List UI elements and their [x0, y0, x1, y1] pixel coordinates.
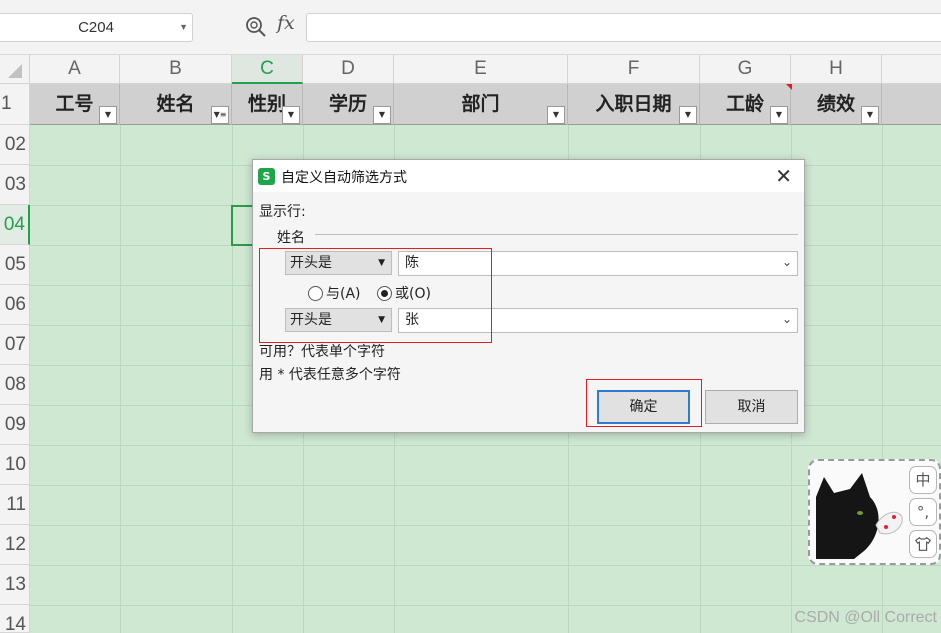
header-cell[interactable]: 部门 ▼	[394, 84, 568, 125]
show-rows-label: 显示行:	[259, 204, 306, 220]
row-number[interactable]: 12	[0, 525, 30, 565]
header-cell[interactable]: 工龄 ▼	[700, 84, 791, 125]
header-text: 性别	[247, 93, 286, 115]
header-text: 学历	[328, 93, 367, 115]
header-cell[interactable]: 绩效 ▼	[791, 84, 882, 125]
row-number[interactable]: 06	[0, 285, 30, 325]
chevron-down-icon[interactable]: ⌄	[782, 251, 792, 274]
grid-line	[30, 565, 941, 566]
column-header-g[interactable]: G	[700, 55, 791, 84]
zoom-icon[interactable]	[245, 16, 267, 38]
cat-mascot-icon	[814, 467, 906, 559]
header-cell[interactable]: 工号 ▼	[30, 84, 120, 125]
filter-dropdown-icon[interactable]: ▼	[99, 106, 117, 124]
chevron-down-icon[interactable]: ⌄	[782, 308, 792, 331]
row-number[interactable]: 08	[0, 365, 30, 405]
name-box-value: C204	[78, 19, 114, 36]
header-cell[interactable]: 入职日期 ▼	[568, 84, 700, 125]
header-cell[interactable]: 性别 ▼	[232, 84, 303, 125]
column-header-h[interactable]: H	[791, 55, 882, 84]
grid-line	[30, 525, 941, 526]
row-number[interactable]: 11	[0, 485, 30, 525]
filter-dropdown-icon[interactable]: ▼	[861, 106, 879, 124]
header-text: 绩效	[816, 93, 855, 115]
row-number[interactable]: 05	[0, 245, 30, 285]
ime-lang-button[interactable]: 中	[909, 466, 937, 494]
header-text: 入职日期	[595, 93, 672, 115]
row-number[interactable]: 07	[0, 325, 30, 365]
header-cell[interactable]: 姓名 ▼≡	[120, 84, 232, 125]
row-number[interactable]: 04	[0, 205, 30, 245]
grid-line	[120, 125, 121, 633]
column-header-b[interactable]: B	[120, 55, 232, 84]
fx-icon[interactable]: fx	[277, 12, 295, 34]
filter-active-icon[interactable]: ▼≡	[211, 106, 229, 124]
wps-logo-icon: S	[258, 168, 275, 185]
header-cell[interactable]: 学历 ▼	[303, 84, 394, 125]
annotation-box	[259, 248, 492, 343]
field-label: 姓名	[277, 230, 305, 246]
select-all-corner[interactable]	[0, 55, 30, 84]
row-number[interactable]: 1	[0, 84, 30, 125]
row-number[interactable]: 13	[0, 565, 30, 605]
column-header-e[interactable]: E	[394, 55, 568, 84]
grid-line	[30, 445, 941, 446]
hint-single-char: 可用？代表单个字符	[259, 344, 385, 360]
close-icon[interactable]: ✕	[775, 164, 792, 188]
header-text: 姓名	[156, 93, 195, 115]
column-header-f[interactable]: F	[568, 55, 700, 84]
formula-bar: C204 ▼ fx	[0, 0, 941, 55]
column-header-row: A B C D E F G H	[0, 55, 941, 84]
column-header-d[interactable]: D	[303, 55, 394, 84]
filter-dropdown-icon[interactable]: ▼	[770, 106, 788, 124]
ime-toolbar[interactable]: 中 °,	[808, 459, 941, 565]
divider	[315, 234, 798, 235]
row-number[interactable]: 02	[0, 125, 30, 165]
hint-multi-char: 用 * 代表任意多个字符	[259, 367, 401, 383]
shirt-icon[interactable]	[909, 530, 937, 558]
annotation-box	[586, 379, 702, 427]
chevron-down-icon[interactable]: ▼	[179, 14, 188, 41]
dialog-title-bar[interactable]: S 自定义自动筛选方式 ✕	[253, 160, 804, 192]
ime-punct-button[interactable]: °,	[909, 498, 937, 526]
column-header-c[interactable]: C	[232, 55, 303, 84]
row-number[interactable]: 09	[0, 405, 30, 445]
header-text: 部门	[461, 93, 500, 115]
cancel-button[interactable]: 取消	[705, 390, 798, 424]
row-number[interactable]: 03	[0, 165, 30, 205]
dialog-title: 自定义自动筛选方式	[281, 170, 407, 186]
row-number[interactable]: 14	[0, 605, 30, 633]
formula-input[interactable]	[306, 13, 941, 42]
filter-dropdown-icon[interactable]: ▼	[679, 106, 697, 124]
header-row: 工号 ▼ 姓名 ▼≡ 性别 ▼ 学历 ▼ 部门 ▼ 入职日期 ▼ 工龄 ▼ 绩效 ▼	[30, 84, 941, 125]
comment-indicator	[786, 84, 792, 90]
header-text: 工龄	[725, 93, 764, 115]
column-header-a[interactable]: A	[30, 55, 120, 84]
filter-dropdown-icon[interactable]: ▼	[547, 106, 565, 124]
filter-dropdown-icon[interactable]: ▼	[282, 106, 300, 124]
header-text: 工号	[55, 93, 94, 115]
filter-dropdown-icon[interactable]: ▼	[373, 106, 391, 124]
name-box[interactable]: C204 ▼	[0, 13, 193, 42]
row-number[interactable]: 10	[0, 445, 30, 485]
watermark: CSDN @Oll Correct	[794, 609, 937, 626]
grid-line	[232, 125, 233, 633]
grid-line	[30, 605, 941, 606]
grid-line	[30, 485, 941, 486]
